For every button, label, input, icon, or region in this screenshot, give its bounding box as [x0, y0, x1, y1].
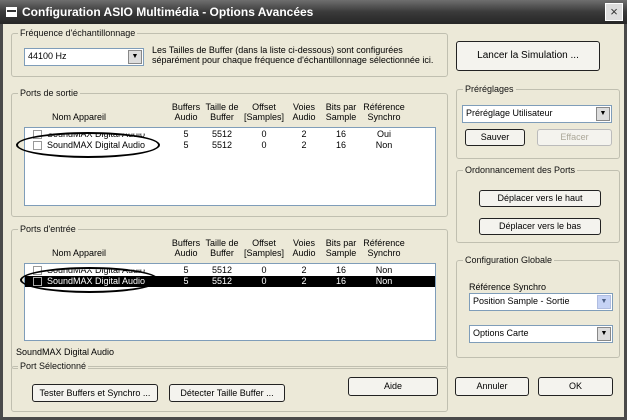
close-icon[interactable]: × [605, 3, 623, 21]
ok-button[interactable]: OK [538, 377, 613, 396]
chevron-down-icon[interactable]: ▼ [597, 295, 611, 309]
presets-group: Préréglages Préréglage Utilisateur ▼ Sau… [456, 84, 620, 159]
chevron-down-icon[interactable]: ▼ [128, 50, 142, 64]
dialog-body: Fréquence d'échantillonnage 44100 Hz ▼ L… [0, 24, 627, 420]
column-header-bits: Bits par Sample [325, 238, 357, 258]
cancel-button[interactable]: Annuler [455, 377, 529, 396]
help-button[interactable]: Aide [348, 377, 438, 396]
column-header-bits: Bits par Sample [325, 102, 357, 122]
selected-port-label: SoundMAX Digital Audio [16, 347, 115, 357]
run-simulation-button[interactable]: Lancer la Simulation ... [456, 41, 600, 71]
input-ports-group: Ports d'entrée Nom Appareil Buffers Audio… [11, 224, 448, 369]
column-header-channels: Voies Audio [292, 238, 316, 258]
column-header-offset: Offset [Samples] [243, 102, 285, 122]
output-port-row[interactable]: SoundMAX Digital Audio 5 5512 0 2 16 Non [25, 140, 435, 151]
output-port-checkbox[interactable] [33, 141, 42, 150]
app-icon [6, 7, 17, 17]
sample-rate-value: 44100 Hz [28, 51, 67, 61]
input-port-checkbox[interactable] [33, 277, 42, 286]
column-header-name: Nom Appareil [52, 112, 107, 122]
column-header-offset: Offset [Samples] [243, 238, 285, 258]
output-port-name: SoundMAX Digital Audio [47, 129, 146, 140]
input-port-name: SoundMAX Digital Audio [47, 265, 146, 276]
port-order-legend: Ordonnancement des Ports [463, 165, 578, 175]
move-up-button[interactable]: Déplacer vers le haut [479, 190, 601, 207]
global-config-legend: Configuration Globale [463, 255, 555, 265]
output-port-checkbox[interactable] [33, 130, 42, 139]
output-port-row[interactable]: SoundMAX Digital Audio 5 5512 0 2 16 Oui [25, 129, 435, 140]
column-header-channels: Voies Audio [292, 102, 316, 122]
window-title: Configuration ASIO Multimédia - Options … [22, 5, 314, 19]
detect-buffer-size-button[interactable]: Détecter Taille Buffer ... [169, 384, 285, 402]
sync-reference-value: Position Sample - Sortie [473, 296, 570, 306]
card-options-select[interactable]: Options Carte ▼ [469, 325, 613, 343]
column-header-buffers: Buffers Audio [171, 102, 201, 122]
chevron-down-icon[interactable]: ▼ [596, 107, 610, 121]
global-config-group: Configuration Globale Référence Synchro … [456, 255, 620, 358]
preset-select[interactable]: Préréglage Utilisateur ▼ [462, 105, 612, 123]
output-port-name: SoundMAX Digital Audio [47, 140, 146, 150]
sync-reference-label: Référence Synchro [469, 282, 547, 292]
input-ports-list[interactable]: SoundMAX Digital Audio 5 5512 0 2 16 Non… [24, 263, 436, 341]
selected-port-legend: Port Sélectionné [18, 361, 89, 371]
sync-reference-select[interactable]: Position Sample - Sortie ▼ [469, 293, 613, 311]
input-port-name: SoundMAX Digital Audio [47, 276, 146, 286]
input-port-row[interactable]: SoundMAX Digital Audio 5 5512 0 2 16 Non [25, 265, 435, 276]
column-header-sync: Référence Synchro [363, 102, 405, 122]
sample-rate-select[interactable]: 44100 Hz ▼ [24, 48, 144, 66]
input-ports-legend: Ports d'entrée [18, 224, 78, 234]
delete-preset-button[interactable]: Effacer [537, 129, 612, 146]
output-ports-list[interactable]: SoundMAX Digital Audio 5 5512 0 2 16 Oui… [24, 127, 436, 206]
input-port-checkbox[interactable] [33, 266, 42, 275]
output-ports-group: Ports de sortie Nom Appareil Buffers Audi… [11, 88, 448, 217]
title-bar[interactable]: Configuration ASIO Multimédia - Options … [0, 0, 627, 24]
preset-value: Préréglage Utilisateur [466, 108, 553, 118]
presets-legend: Préréglages [463, 84, 516, 94]
column-header-name: Nom Appareil [52, 248, 107, 258]
test-buffers-button[interactable]: Tester Buffers et Synchro ... [32, 384, 158, 402]
sample-rate-group: Fréquence d'échantillonnage 44100 Hz ▼ L… [11, 28, 448, 77]
input-port-row-selected[interactable]: SoundMAX Digital Audio 5 5512 0 2 16 Non [25, 276, 435, 287]
save-preset-button[interactable]: Sauver [465, 129, 525, 146]
move-down-button[interactable]: Déplacer vers le bas [479, 218, 601, 235]
port-order-group: Ordonnancement des Ports Déplacer vers l… [456, 165, 620, 243]
chevron-down-icon[interactable]: ▼ [597, 327, 611, 341]
sample-rate-legend: Fréquence d'échantillonnage [18, 28, 138, 38]
column-header-buffer-size: Taille de Buffer [205, 102, 239, 122]
sample-rate-note: Les Tailles de Buffer (dans la liste ci-… [152, 45, 434, 65]
output-ports-legend: Ports de sortie [18, 88, 81, 98]
column-header-sync: Référence Synchro [363, 238, 405, 258]
column-header-buffers: Buffers Audio [171, 238, 201, 258]
card-options-value: Options Carte [473, 328, 529, 338]
column-header-buffer-size: Taille de Buffer [205, 238, 239, 258]
